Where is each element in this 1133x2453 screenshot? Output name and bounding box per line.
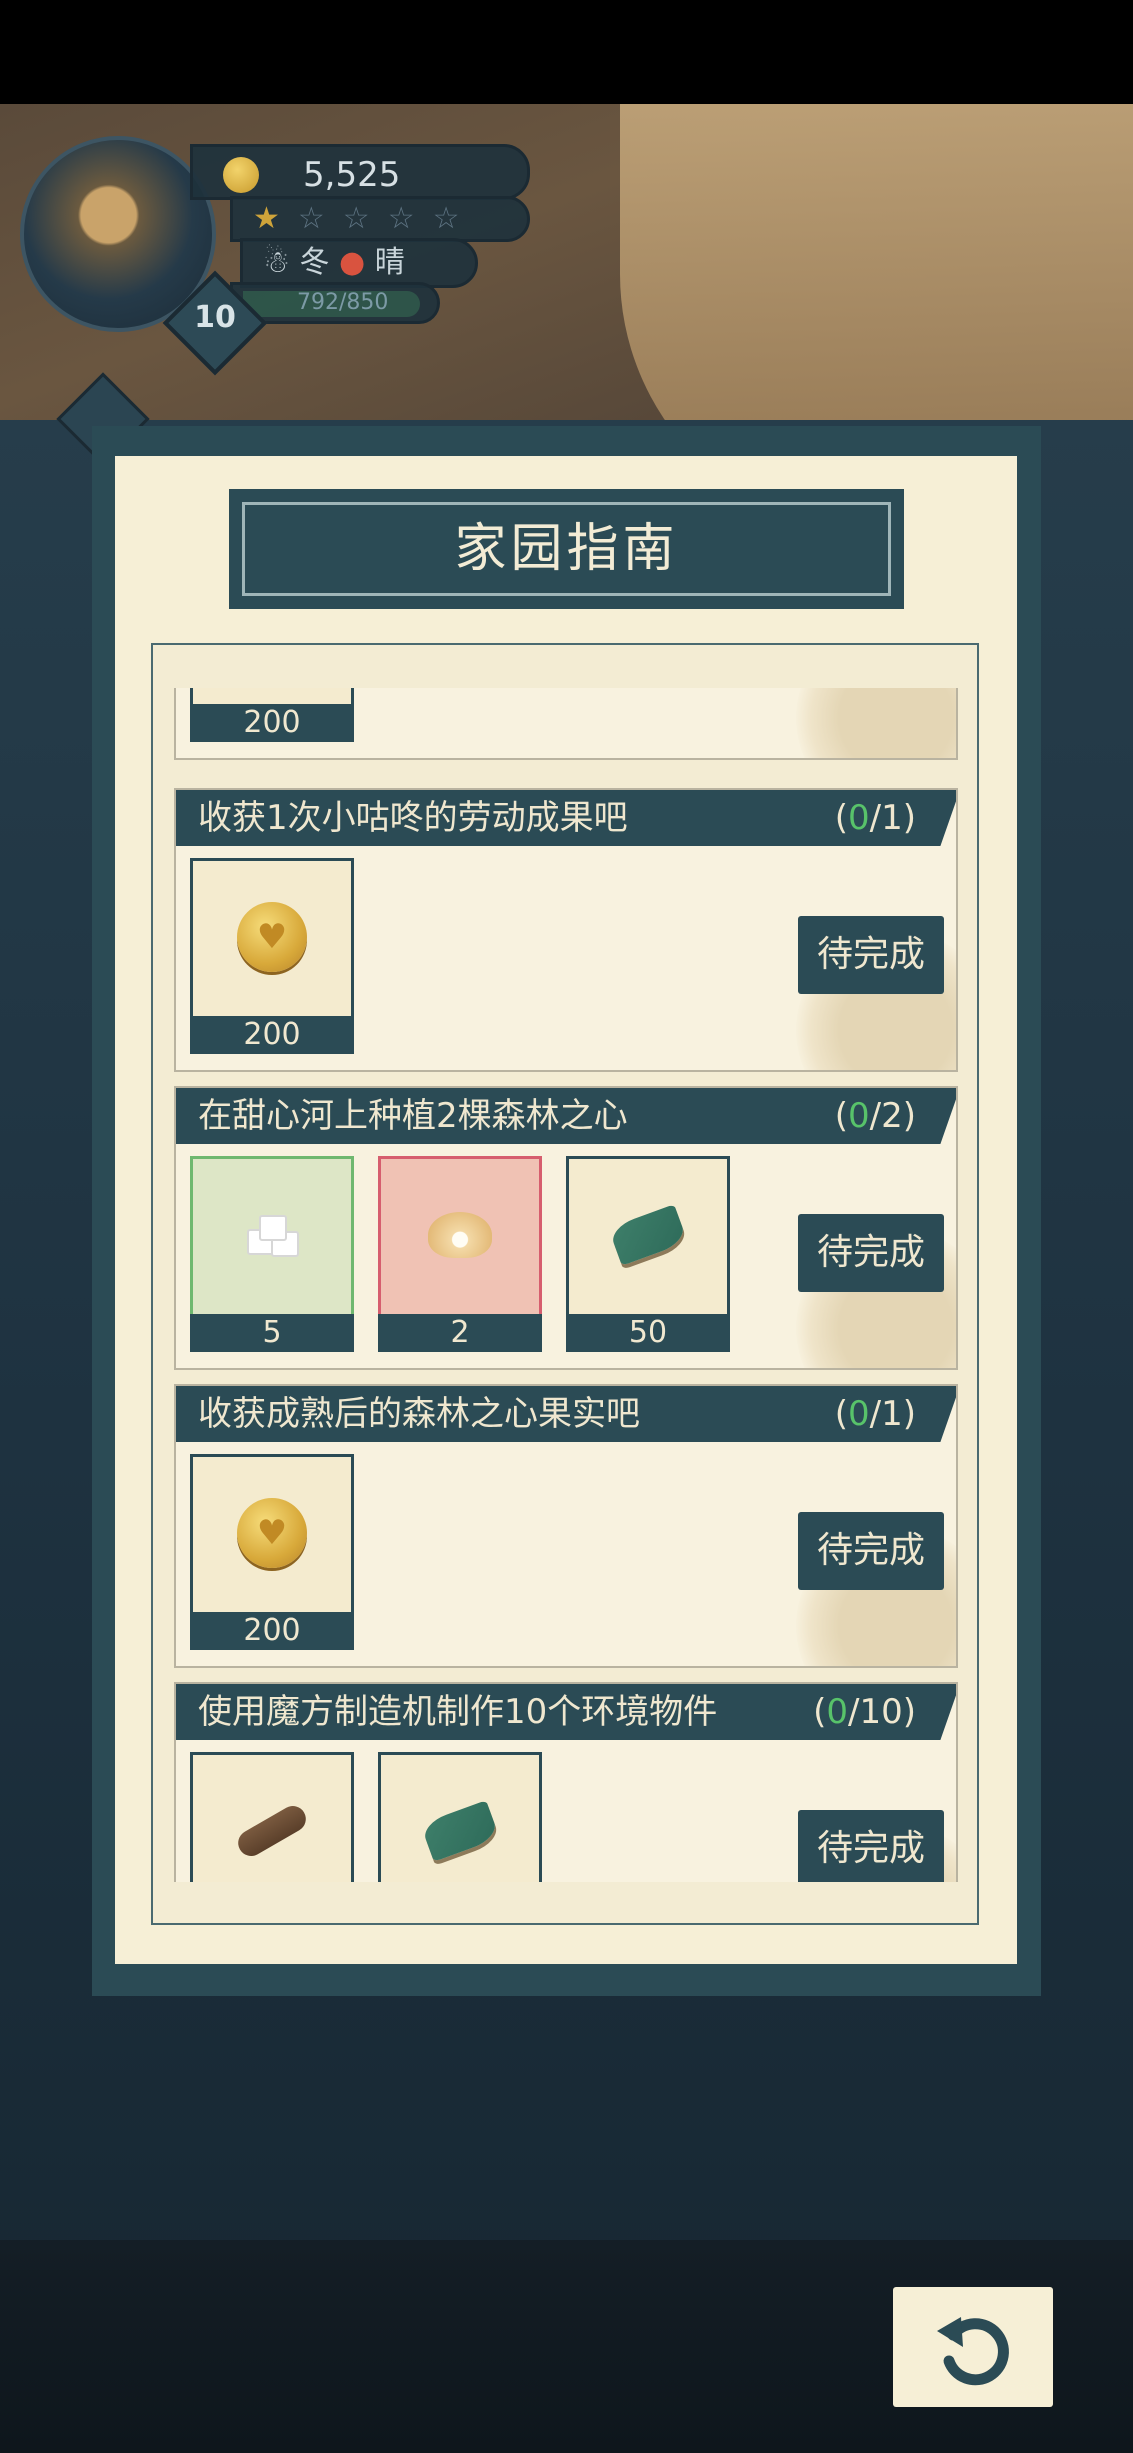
reward-slot[interactable] [190,1752,354,1882]
pearl-shell-icon [428,1212,492,1258]
sun-icon: ● [339,245,366,280]
task-card: 收获1次小咕咚的劳动成果吧 (0/1) 200 待完成 [174,788,958,1072]
status-bar [0,0,1133,104]
coin-value: 5,525 [303,155,401,195]
star-rating: ★☆☆☆☆ [230,196,530,242]
reward-count: 200 [190,704,354,742]
back-button[interactable] [893,2287,1053,2407]
task-progress: (0/2) [834,1096,916,1136]
leaf-bundle-icon [420,1800,500,1862]
gold-coin-icon [237,902,307,972]
gold-coin-icon [237,1498,307,1568]
panel-title: 家园指南 [454,519,679,579]
exp-value: 792/850 [297,290,389,315]
reward-count: 200 [190,1016,354,1054]
undo-arrow-icon [937,2317,1009,2386]
weather-label: 晴 [374,245,405,280]
task-card: 在甜心河上种植2棵森林之心 (0/2) 5 2 50 待完成 [174,1086,958,1370]
leaf-bundle-icon [608,1204,688,1266]
reward-slot: 200 [190,688,354,742]
task-title: 在甜心河上种植2棵森林之心 [198,1096,628,1136]
coin-counter: 5,525 [190,144,530,200]
reward-slot[interactable] [378,1752,542,1882]
weather-indicator: ☃ 冬 ● 晴 [240,238,478,288]
level-value: 10 [194,300,236,335]
reward-slot[interactable]: 5 [190,1156,354,1352]
reward-count: 2 [378,1314,542,1352]
sugar-cube-icon [245,1215,299,1257]
task-title: 使用魔方制造机制作10个环境物件 [198,1692,718,1732]
task-progress: (0/10) [813,1692,916,1732]
reward-slot[interactable]: 200 [190,1454,354,1650]
pending-button[interactable]: 待完成 [798,916,944,994]
star-empty-icon: ☆☆☆☆ [297,201,478,236]
task-title: 收获1次小咕咚的劳动成果吧 [198,798,628,838]
reward-count: 200 [190,1612,354,1650]
wood-log-icon [233,1801,311,1861]
task-progress: (0/1) [834,1394,916,1434]
task-card: 使用魔方制造机制作10个环境物件 (0/10) 待完成 [174,1682,958,1882]
task-card-partial: 200 [174,688,958,760]
task-card: 收获成熟后的森林之心果实吧 (0/1) 200 待完成 [174,1384,958,1668]
task-progress: (0/1) [834,798,916,838]
snowman-icon: ☃ [263,245,290,280]
pending-button[interactable]: 待完成 [798,1810,944,1882]
pending-button[interactable]: 待完成 [798,1512,944,1590]
task-title: 收获成熟后的森林之心果实吧 [198,1394,640,1434]
reward-count: 5 [190,1314,354,1352]
reward-slot[interactable]: 2 [378,1156,542,1352]
pending-button[interactable]: 待完成 [798,1214,944,1292]
reward-slot[interactable]: 200 [190,858,354,1054]
task-list[interactable]: 200 收获1次小咕咚的劳动成果吧 (0/1) 200 待完成 在甜心河上种植2… [171,688,961,1882]
reward-slot[interactable]: 50 [566,1156,730,1352]
coin-icon [223,157,259,193]
star-filled-icon: ★ [253,201,298,236]
reward-count: 50 [566,1314,730,1352]
season-label: 冬 [299,245,330,280]
